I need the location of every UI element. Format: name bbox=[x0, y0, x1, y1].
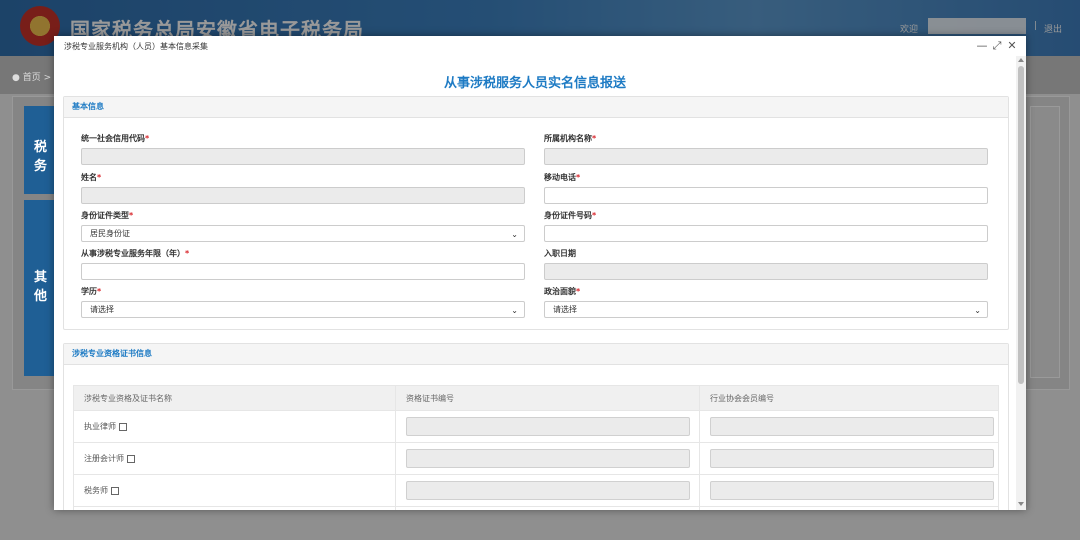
cert-name: 注册会计师 bbox=[84, 454, 124, 463]
header-separator: | bbox=[1034, 21, 1038, 31]
political-status-select[interactable]: 请选择 ⌄ bbox=[544, 301, 988, 318]
username-display bbox=[928, 18, 1026, 34]
entry-date-field: 入职日期 bbox=[544, 248, 988, 280]
select-value: 居民身份证 bbox=[90, 229, 130, 238]
field-label: 入职日期 bbox=[544, 249, 576, 258]
bg-right-panel bbox=[1030, 106, 1060, 378]
info-collection-modal: 涉税专业服务机构（人员）基本信息采集 — ⤢ ✕ 从事涉税服务人员实名信息报送 … bbox=[54, 36, 1026, 510]
member-number-input[interactable] bbox=[710, 449, 994, 468]
welcome-text: 欢迎 bbox=[900, 25, 919, 35]
bg-card-other[interactable]: 其他 bbox=[24, 200, 56, 376]
bg-card-label: 其他 bbox=[34, 270, 48, 304]
field-label: 身份证件类型 bbox=[81, 211, 129, 220]
mobile-field: 移动电话* bbox=[544, 172, 988, 204]
credit-code-input[interactable] bbox=[81, 148, 525, 165]
form-title: 从事涉税服务人员实名信息报送 bbox=[443, 76, 626, 91]
service-years-input[interactable] bbox=[81, 263, 525, 280]
field-label: 身份证件号码 bbox=[544, 211, 592, 220]
cert-name: 税务师 bbox=[84, 486, 108, 495]
mobile-input[interactable] bbox=[544, 187, 988, 204]
id-type-select[interactable]: 居民身份证 ⌄ bbox=[81, 225, 525, 242]
education-field: 学历* 请选择 ⌄ bbox=[81, 286, 525, 318]
required-mark: * bbox=[129, 211, 134, 220]
scroll-up-arrow-icon[interactable] bbox=[1018, 58, 1024, 62]
credit-code-field: 统一社会信用代码* bbox=[81, 133, 525, 165]
cert-number-input[interactable] bbox=[406, 417, 690, 436]
required-mark: * bbox=[576, 173, 581, 182]
member-number-input[interactable] bbox=[710, 417, 994, 436]
required-mark: * bbox=[97, 173, 102, 182]
field-label: 学历 bbox=[81, 287, 97, 296]
education-select[interactable]: 请选择 ⌄ bbox=[81, 301, 525, 318]
entry-date-input[interactable] bbox=[544, 263, 988, 280]
certificate-table: 涉税专业资格及证书名称 资格证书编号 行业协会会员编号 执业律师 注册会计师 税… bbox=[73, 385, 999, 510]
field-label: 姓名 bbox=[81, 173, 97, 182]
required-mark: * bbox=[592, 211, 597, 220]
certificate-section: 涉税专业资格证书信息 涉税专业资格及证书名称 资格证书编号 行业协会会员编号 执… bbox=[63, 343, 1009, 510]
field-label: 统一社会信用代码 bbox=[81, 134, 145, 143]
basic-info-section: 基本信息 统一社会信用代码* 所属机构名称* 姓名* 移动电话* 身份证件类型*… bbox=[63, 96, 1009, 330]
cpa-checkbox[interactable] bbox=[127, 454, 135, 463]
org-name-field: 所属机构名称* bbox=[544, 133, 988, 165]
tax-agent-checkbox[interactable] bbox=[111, 486, 119, 495]
table-row: 税务师 bbox=[73, 474, 999, 507]
bg-card-label: 税务 bbox=[34, 140, 48, 174]
minimize-button[interactable]: — bbox=[976, 39, 988, 52]
close-button[interactable]: ✕ bbox=[1006, 39, 1018, 52]
id-type-field: 身份证件类型* 居民身份证 ⌄ bbox=[81, 210, 525, 242]
bg-card-tax[interactable]: 税务 bbox=[24, 106, 56, 194]
required-mark: * bbox=[576, 287, 581, 296]
required-mark: * bbox=[185, 249, 190, 258]
modal-scrollbar[interactable] bbox=[1016, 56, 1026, 510]
field-label: 所属机构名称 bbox=[544, 134, 592, 143]
id-number-input[interactable] bbox=[544, 225, 988, 242]
maximize-button[interactable]: ⤢ bbox=[991, 39, 1003, 53]
required-mark: * bbox=[592, 134, 597, 143]
table-row: 其他 bbox=[73, 506, 999, 510]
section-header: 基本信息 bbox=[64, 97, 1008, 118]
service-years-field: 从事涉税专业服务年限（年）* bbox=[81, 248, 525, 280]
table-header-row: 涉税专业资格及证书名称 资格证书编号 行业协会会员编号 bbox=[73, 385, 999, 411]
select-value: 请选择 bbox=[90, 305, 114, 314]
modal-body: 从事涉税服务人员实名信息报送 基本信息 统一社会信用代码* 所属机构名称* 姓名… bbox=[54, 56, 1016, 510]
column-header: 涉税专业资格及证书名称 bbox=[73, 385, 396, 411]
cert-number-input[interactable] bbox=[406, 449, 690, 468]
id-number-field: 身份证件号码* bbox=[544, 210, 988, 242]
table-row: 执业律师 bbox=[73, 410, 999, 443]
logout-link[interactable]: 退出 bbox=[1044, 22, 1062, 35]
chevron-down-icon: ⌄ bbox=[511, 306, 518, 315]
cert-name: 执业律师 bbox=[84, 422, 116, 431]
field-label: 政治面貌 bbox=[544, 287, 576, 296]
column-header: 行业协会会员编号 bbox=[699, 385, 999, 411]
modal-title: 涉税专业服务机构（人员）基本信息采集 bbox=[64, 42, 208, 51]
required-mark: * bbox=[145, 134, 150, 143]
section-header: 涉税专业资格证书信息 bbox=[64, 344, 1008, 365]
org-name-input[interactable] bbox=[544, 148, 988, 165]
scroll-down-arrow-icon[interactable] bbox=[1018, 502, 1024, 506]
chevron-down-icon: ⌄ bbox=[511, 230, 518, 239]
column-header: 资格证书编号 bbox=[395, 385, 700, 411]
field-label: 从事涉税专业服务年限（年） bbox=[81, 249, 185, 258]
cert-number-input[interactable] bbox=[406, 481, 690, 500]
select-value: 请选择 bbox=[553, 305, 577, 314]
chevron-down-icon: ⌄ bbox=[974, 306, 981, 315]
modal-titlebar: 涉税专业服务机构（人员）基本信息采集 — ⤢ ✕ bbox=[54, 36, 1026, 56]
political-status-field: 政治面貌* 请选择 ⌄ bbox=[544, 286, 988, 318]
lawyer-checkbox[interactable] bbox=[119, 422, 127, 431]
member-number-input[interactable] bbox=[710, 481, 994, 500]
table-row: 注册会计师 bbox=[73, 442, 999, 475]
name-field: 姓名* bbox=[81, 172, 525, 204]
scroll-thumb[interactable] bbox=[1018, 66, 1024, 384]
name-input[interactable] bbox=[81, 187, 525, 204]
required-mark: * bbox=[97, 287, 102, 296]
field-label: 移动电话 bbox=[544, 173, 576, 182]
